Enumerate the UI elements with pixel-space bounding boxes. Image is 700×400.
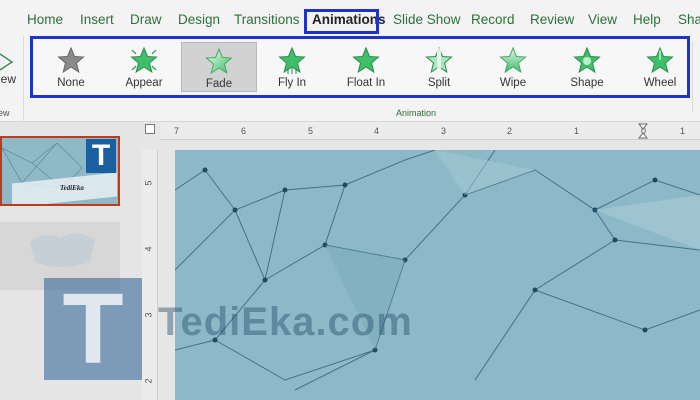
none-star-icon [57, 46, 85, 74]
slide-thumbnail-1[interactable]: T TediEka [0, 136, 120, 206]
animation-wheel[interactable]: Wheel [622, 42, 698, 92]
thumbnail-site-name: TediEka [60, 184, 84, 192]
thumbnail-logo: T [86, 139, 116, 173]
watermark-text: TediEka.com [158, 300, 413, 344]
tab-slide-show[interactable]: Slide Show [393, 9, 461, 31]
ruler-corner-tab-selector[interactable] [145, 124, 155, 134]
indent-marker-icon[interactable] [638, 123, 648, 139]
vertical-ruler: 5 4 3 2 [142, 150, 158, 400]
animation-group-caption: Animation [396, 108, 437, 118]
fade-star-icon [205, 47, 233, 75]
wipe-star-icon [499, 46, 527, 74]
animation-fly-in[interactable]: Fly In [254, 42, 330, 92]
animation-shape[interactable]: Shape [549, 42, 625, 92]
float-in-star-icon [352, 46, 380, 74]
appear-star-icon [130, 46, 158, 74]
animation-fade[interactable]: Fade [181, 42, 257, 92]
fly-in-star-icon [278, 46, 306, 74]
preview-button-label[interactable]: iew [0, 72, 16, 86]
animation-float-in[interactable]: Float In [328, 42, 404, 92]
slide-network-background [175, 150, 700, 400]
animations-tab-highlight-box [304, 9, 379, 34]
horizontal-ruler: 7 6 5 4 3 2 1 0 1 [160, 122, 700, 140]
watermark-logo: T [44, 278, 142, 380]
wheel-star-icon [646, 46, 674, 74]
tab-help[interactable]: Help [633, 9, 661, 31]
tab-design[interactable]: Design [178, 9, 220, 31]
tab-home[interactable]: Home [27, 9, 63, 31]
tab-insert[interactable]: Insert [80, 9, 114, 31]
split-star-icon [425, 46, 453, 74]
ribbon-group-separator [692, 42, 693, 112]
tab-transitions[interactable]: Transitions [234, 9, 300, 31]
ribbon-body: iew ew None Appear Fade [0, 36, 700, 122]
tab-review[interactable]: Review [530, 9, 574, 31]
animation-appear[interactable]: Appear [106, 42, 182, 92]
animation-split[interactable]: Split [401, 42, 477, 92]
animation-wipe[interactable]: Wipe [475, 42, 551, 92]
animation-none[interactable]: None [33, 42, 109, 92]
tab-record[interactable]: Record [471, 9, 515, 31]
shape-star-icon [573, 46, 601, 74]
preview-group: iew ew [0, 36, 24, 122]
tab-draw[interactable]: Draw [130, 9, 162, 31]
slide-canvas[interactable] [175, 150, 700, 400]
tab-shape-format[interactable]: Shap [678, 9, 700, 31]
tab-view[interactable]: View [588, 9, 617, 31]
preview-group-caption: ew [0, 108, 10, 118]
animation-gallery: None Appear Fade Fly In Float In Split W… [30, 36, 690, 98]
ribbon-tab-bar: Home Insert Draw Design Transitions Anim… [0, 0, 700, 36]
